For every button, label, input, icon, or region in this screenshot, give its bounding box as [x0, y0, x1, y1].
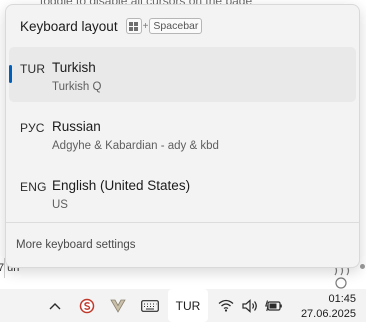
v-shield-icon: [110, 299, 126, 313]
taskbar-clock[interactable]: 01:45 27.06.2025: [301, 292, 356, 322]
language-item-russian[interactable]: РУС Russian Adgyhe & Kabardian - ady & k…: [9, 106, 356, 161]
show-hidden-icons-button[interactable]: [44, 289, 66, 322]
keyboard-layout-flyout: Keyboard layout + Spacebar TUR Turkish T…: [5, 4, 360, 268]
selection-indicator: [9, 65, 12, 83]
network-button[interactable]: [216, 289, 236, 322]
language-item-turkish[interactable]: TUR Turkish Turkish Q: [9, 47, 356, 102]
language-code: РУС: [20, 121, 45, 135]
more-keyboard-settings-link[interactable]: More keyboard settings: [16, 239, 136, 251]
language-list: TUR Turkish Turkish Q РУС Russian Adgyhe…: [6, 47, 359, 224]
spacebar-key: Spacebar: [149, 18, 203, 34]
battery-button[interactable]: [263, 289, 285, 322]
battery-charging-icon: [265, 299, 282, 311]
windows-key-icon: [125, 18, 142, 34]
language-layout: Adgyhe & Kabardian - ady & kbd: [52, 140, 219, 152]
taskbar: TUR 01:45 27.06.2025: [0, 289, 366, 322]
keyboard-icon: [141, 299, 159, 312]
language-name: English (United States): [52, 178, 191, 193]
touch-keyboard-button[interactable]: [138, 289, 162, 322]
language-code: TUR: [20, 62, 46, 76]
tray-app-v-icon[interactable]: [106, 289, 130, 322]
chevron-up-icon: [49, 302, 61, 309]
language-name: Turkish: [52, 60, 96, 75]
clock-date: 27.06.2025: [300, 308, 356, 320]
language-code: ENG: [20, 180, 47, 194]
language-name: Russian: [52, 119, 101, 134]
tray-app-shield-red-icon[interactable]: [75, 289, 99, 322]
input-language-indicator[interactable]: TUR: [168, 289, 208, 322]
clock-time: 01:45: [328, 293, 356, 305]
flyout-title: Keyboard layout: [20, 18, 118, 34]
language-layout: Turkish Q: [52, 81, 102, 93]
shortcut-plus: +: [142, 20, 149, 32]
flyout-divider: [6, 222, 359, 223]
red-shield-s-icon: [79, 298, 95, 313]
language-item-english[interactable]: ENG English (United States) US: [9, 165, 356, 220]
speaker-icon: [242, 298, 257, 313]
language-layout: US: [52, 199, 68, 211]
wifi-icon: [218, 299, 234, 312]
volume-button[interactable]: [240, 289, 260, 322]
flyout-header: Keyboard layout + Spacebar: [20, 16, 203, 36]
background-dot: [360, 264, 365, 269]
